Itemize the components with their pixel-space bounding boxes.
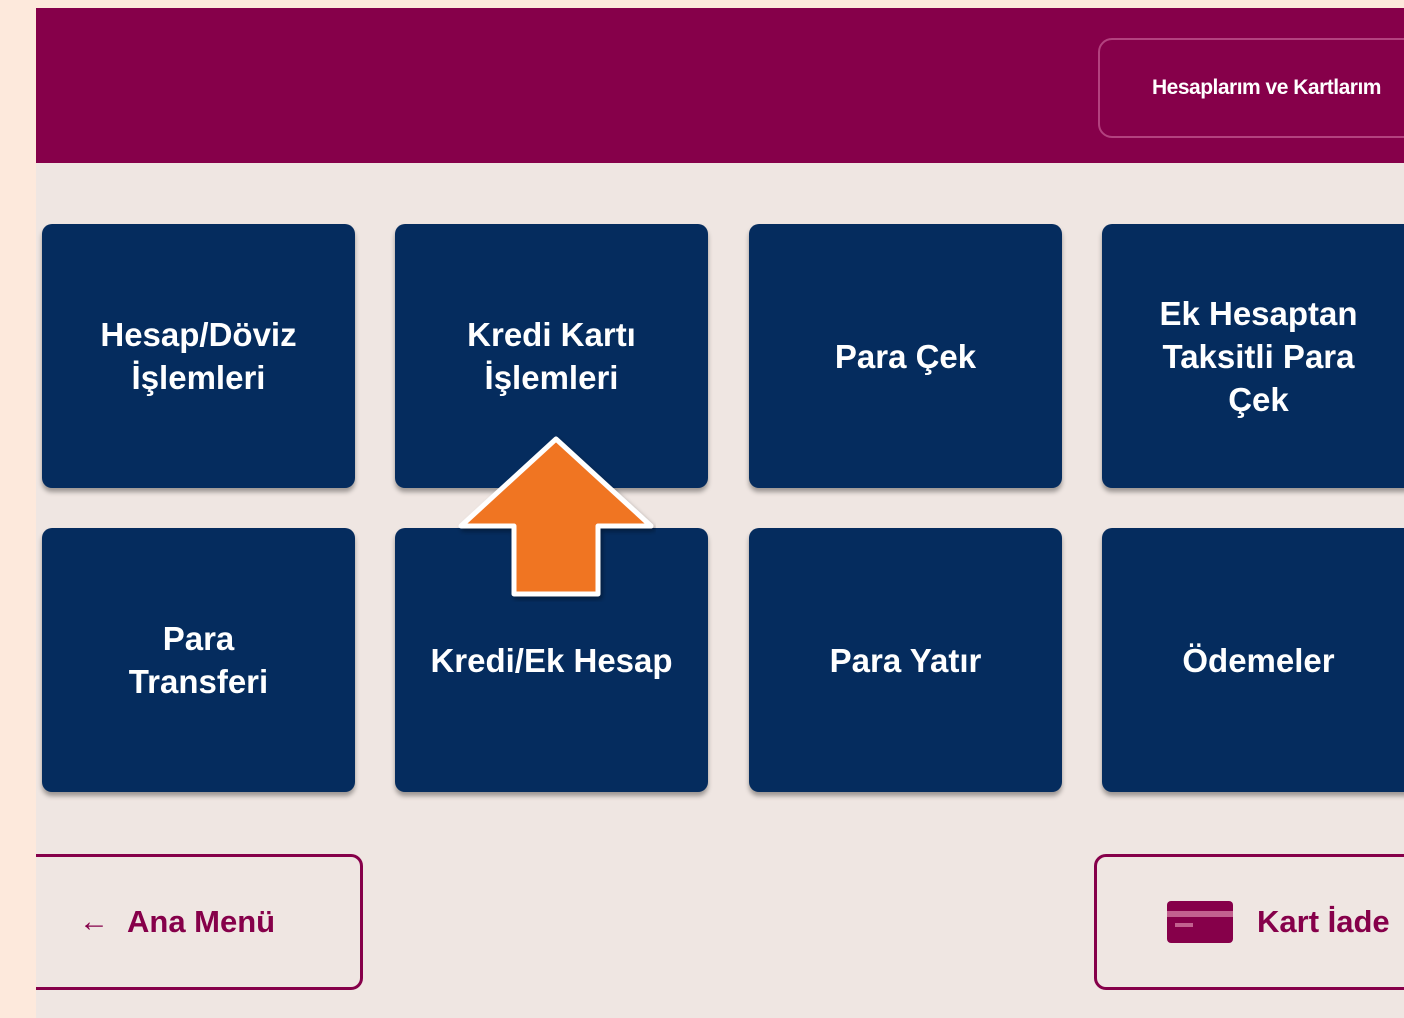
accounts-and-cards-label: Hesaplarım ve Kartlarım — [1152, 76, 1381, 99]
card-return-button[interactable]: Kart İade — [1094, 854, 1404, 990]
tile-installment-withdraw[interactable]: Ek Hesaptan Taksitli Para Çek — [1102, 224, 1404, 488]
tile-label: Kredi/Ek Hesap — [430, 641, 673, 679]
card-return-label: Kart İade — [1257, 904, 1390, 939]
tile-label: Hesap/Döviz İşlemleri — [100, 316, 297, 396]
credit-card-icon — [1167, 901, 1233, 943]
tile-deposit-cash[interactable]: Para Yatır — [749, 528, 1062, 792]
atm-screen: Hesaplarım ve Kartlarım Hesap/Döviz İşle… — [36, 8, 1404, 1018]
tile-payments[interactable]: Ödemeler — [1102, 528, 1404, 792]
tile-label: Para Transferi — [128, 620, 269, 700]
tile-label: Para Çek — [834, 337, 977, 375]
up-arrow-pointer-icon — [458, 436, 654, 597]
left-arrow-icon: ← — [79, 905, 109, 938]
tile-label: Para Yatır — [829, 641, 982, 679]
tile-label: Ek Hesaptan Taksitli Para Çek — [1159, 294, 1358, 418]
tile-label: Ödemeler — [1182, 641, 1335, 679]
tile-money-transfer[interactable]: Para Transferi — [42, 528, 355, 792]
accounts-and-cards-button[interactable]: Hesaplarım ve Kartlarım — [1098, 38, 1404, 138]
main-menu-label: Ana Menü — [127, 904, 276, 939]
tile-label: Kredi Kartı İşlemleri — [467, 316, 636, 396]
tile-withdraw-cash[interactable]: Para Çek — [749, 224, 1062, 488]
main-menu-button[interactable]: ← Ana Menü — [36, 854, 363, 990]
header-bar: Hesaplarım ve Kartlarım — [36, 8, 1404, 163]
tile-account-currency[interactable]: Hesap/Döviz İşlemleri — [42, 224, 355, 488]
